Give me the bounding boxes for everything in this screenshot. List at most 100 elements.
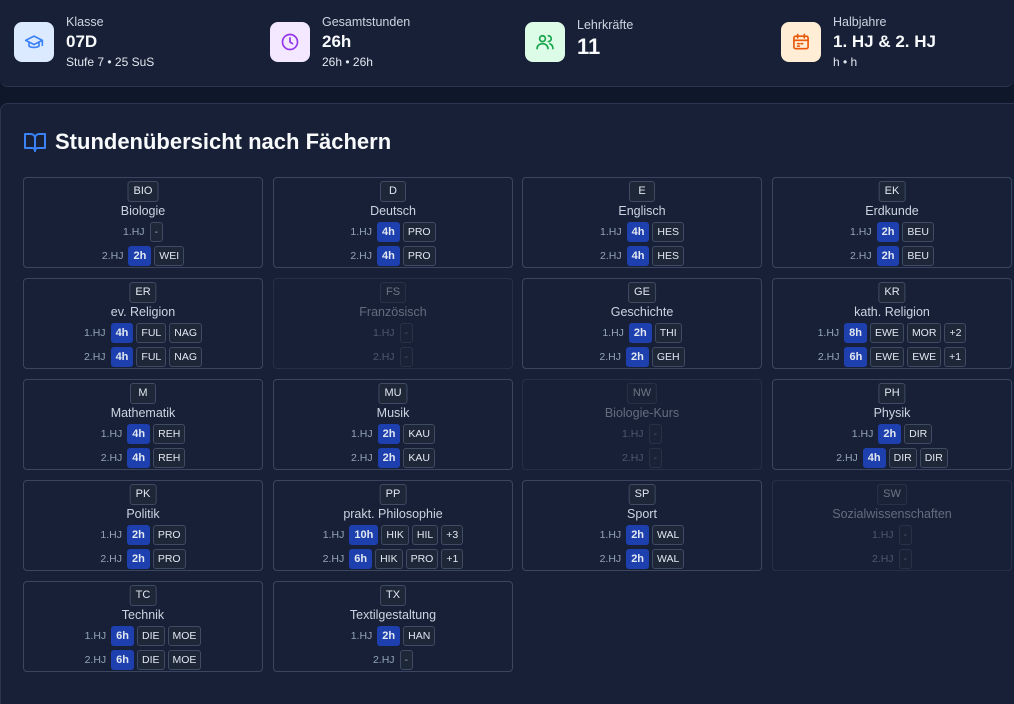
halbjahr-row: 2.HJ 2h KAU xyxy=(274,448,512,468)
teacher-chip: REH xyxy=(153,448,186,468)
subject-card[interactable]: PP prakt. Philosophie 1.HJ 10h HIK HIL +3 2.HJ 6… xyxy=(273,480,513,571)
subject-card[interactable]: PH Physik 1.HJ 2h DIR 2.HJ 4h DIR DIR xyxy=(772,379,1012,470)
book-open-icon xyxy=(24,133,46,152)
halbjahr-row: 1.HJ 2h WAL xyxy=(523,525,761,545)
subject-code-badge: PK xyxy=(129,484,157,505)
teacher-chip: DIR xyxy=(888,448,917,468)
teacher-chip: DIE xyxy=(137,650,165,670)
hours-badge: 4h xyxy=(127,448,151,468)
halbjahr-label: 1.HJ xyxy=(100,428,123,440)
subject-card[interactable]: NW Biologie-Kurs 1.HJ -2.HJ - xyxy=(522,379,762,470)
teacher-chip: HIK xyxy=(375,549,403,569)
subject-card[interactable]: D Deutsch 1.HJ 4h PRO 2.HJ 4h PRO xyxy=(273,177,513,268)
halbjahr-row: 1.HJ 2h DIR xyxy=(773,424,1011,444)
graduation-cap-icon xyxy=(14,22,54,62)
subject-card[interactable]: PK Politik 1.HJ 2h PRO 2.HJ 2h PRO xyxy=(23,480,263,571)
subject-name: prakt. Philosophie xyxy=(343,507,443,521)
hours-badge: 4h xyxy=(110,347,134,367)
subject-name: Biologie xyxy=(120,204,166,218)
hours-badge: 2h xyxy=(876,246,900,266)
halbjahr-row: 2.HJ 6h DIE MOE xyxy=(24,650,262,670)
subject-card[interactable]: FS Französisch 1.HJ -2.HJ - xyxy=(273,278,513,369)
subject-name: Französisch xyxy=(359,305,427,319)
subject-name: Geschichte xyxy=(610,305,674,319)
stat-value: 07D xyxy=(66,32,98,51)
empty-placeholder: - xyxy=(648,448,663,468)
teacher-chip: PRO xyxy=(402,222,436,242)
halbjahr-label: 2.HJ xyxy=(350,452,373,464)
halbjahr-row: 1.HJ - xyxy=(523,424,761,444)
subject-code-badge: SP xyxy=(628,484,656,505)
teacher-chip: EWE xyxy=(907,347,942,367)
subject-name: Textilgestaltung xyxy=(349,608,437,622)
hours-badge: 2h xyxy=(126,549,150,569)
halbjahr-row: 2.HJ 2h GEH xyxy=(523,347,761,367)
subject-code-badge: NW xyxy=(626,383,658,404)
subject-code-badge: E xyxy=(629,181,655,202)
subject-card[interactable]: E Englisch 1.HJ 4h HES 2.HJ 4h HES xyxy=(522,177,762,268)
subject-card[interactable]: TX Textilgestaltung 1.HJ 2h HAN 2.HJ - xyxy=(273,581,513,672)
subject-code-badge: TC xyxy=(129,585,157,606)
more-teachers-chip[interactable]: +2 xyxy=(944,323,967,343)
subject-card[interactable]: MU Musik 1.HJ 2h KAU 2.HJ 2h KAU xyxy=(273,379,513,470)
hours-badge: 8h xyxy=(844,323,868,343)
teacher-chip: BEU xyxy=(902,222,935,242)
hours-badge: 4h xyxy=(626,246,650,266)
halbjahr-label: 1.HJ xyxy=(83,327,106,339)
teacher-chip: REH xyxy=(153,424,186,444)
halbjahr-label: 2.HJ xyxy=(100,452,123,464)
subject-code-badge: SW xyxy=(877,484,907,505)
empty-placeholder: - xyxy=(648,424,663,444)
hours-badge: 2h xyxy=(128,246,152,266)
subject-card[interactable]: SP Sport 1.HJ 2h WAL 2.HJ 2h WAL xyxy=(522,480,762,571)
teacher-chip: HAN xyxy=(403,626,436,646)
more-teachers-chip[interactable]: +3 xyxy=(441,525,464,545)
subject-card[interactable]: GE Geschichte 1.HJ 2h THI 2.HJ 2h GEH xyxy=(522,278,762,369)
teacher-chip: KAU xyxy=(403,424,436,444)
hours-badge: 4h xyxy=(127,424,151,444)
teacher-chip: EWE xyxy=(870,347,905,367)
teacher-chip: PRO xyxy=(152,525,186,545)
halbjahr-row: 1.HJ 2h BEU xyxy=(773,222,1011,242)
subject-card[interactable]: BIO Biologie 1.HJ - 2.HJ 2h WEI xyxy=(23,177,263,268)
panel-title: Stundenübersicht nach Fächern xyxy=(55,129,392,154)
halbjahr-label: 1.HJ xyxy=(599,529,622,541)
hours-badge: 4h xyxy=(110,323,134,343)
subject-name: Technik xyxy=(121,608,165,622)
teacher-chip: BEU xyxy=(902,246,935,266)
subject-code-badge: M xyxy=(130,383,156,404)
subject-card[interactable]: TC Technik 1.HJ 6h DIE MOE 2.HJ 6h DIE MOE xyxy=(23,581,263,672)
subject-card[interactable]: M Mathematik 1.HJ 4h REH 2.HJ 4h REH xyxy=(23,379,263,470)
subject-card[interactable]: EK Erdkunde 1.HJ 2h BEU 2.HJ 2h BEU xyxy=(772,177,1012,268)
halbjahr-label: 1.HJ xyxy=(849,226,872,238)
halbjahr-row: 2.HJ - xyxy=(773,549,1011,569)
hours-badge: 2h xyxy=(126,525,150,545)
halbjahr-label: 2.HJ xyxy=(322,553,345,565)
more-teachers-chip[interactable]: +1 xyxy=(441,549,464,569)
halbjahr-row: 2.HJ 4h FUL NAG xyxy=(24,347,262,367)
halbjahr-label: 2.HJ xyxy=(372,351,395,363)
empty-placeholder: - xyxy=(399,347,414,367)
halbjahr-row: 2.HJ 2h WAL xyxy=(523,549,761,569)
subject-card[interactable]: SW Sozialwissenschaften 1.HJ -2.HJ - xyxy=(772,480,1012,571)
subject-card[interactable]: ER ev. Religion 1.HJ 4h FUL NAG 2.HJ 4h FUL NAG xyxy=(23,278,263,369)
stat-value: 1. HJ & 2. HJ xyxy=(833,32,936,51)
teacher-chip: WAL xyxy=(652,549,685,569)
hours-badge: 6h xyxy=(111,626,134,646)
teacher-chip: HES xyxy=(652,222,685,242)
empty-placeholder: - xyxy=(399,323,414,343)
halbjahr-label: 2.HJ xyxy=(836,452,858,464)
teacher-chip: MOR xyxy=(906,323,942,343)
stats-bar: Klasse 07D Stufe 7 • 25 SuS Gesamtstunde… xyxy=(0,0,1014,87)
teacher-chip: DIR xyxy=(919,448,948,468)
subject-card[interactable]: KR kath. Religion 1.HJ 8h EWE MOR +2 2.HJ 6h EWE E… xyxy=(772,278,1012,369)
halbjahr-label: 2.HJ xyxy=(871,553,894,565)
teacher-chip: THI xyxy=(654,323,682,343)
more-teachers-chip[interactable]: +1 xyxy=(944,347,967,367)
halbjahr-row: 1.HJ 2h THI xyxy=(523,323,761,343)
halbjahr-label: 2.HJ xyxy=(621,452,644,464)
subject-name: kath. Religion xyxy=(854,305,930,319)
teacher-chip: MOE xyxy=(167,650,202,670)
hours-badge: 2h xyxy=(377,626,401,646)
subject-code-badge: ER xyxy=(129,282,157,303)
